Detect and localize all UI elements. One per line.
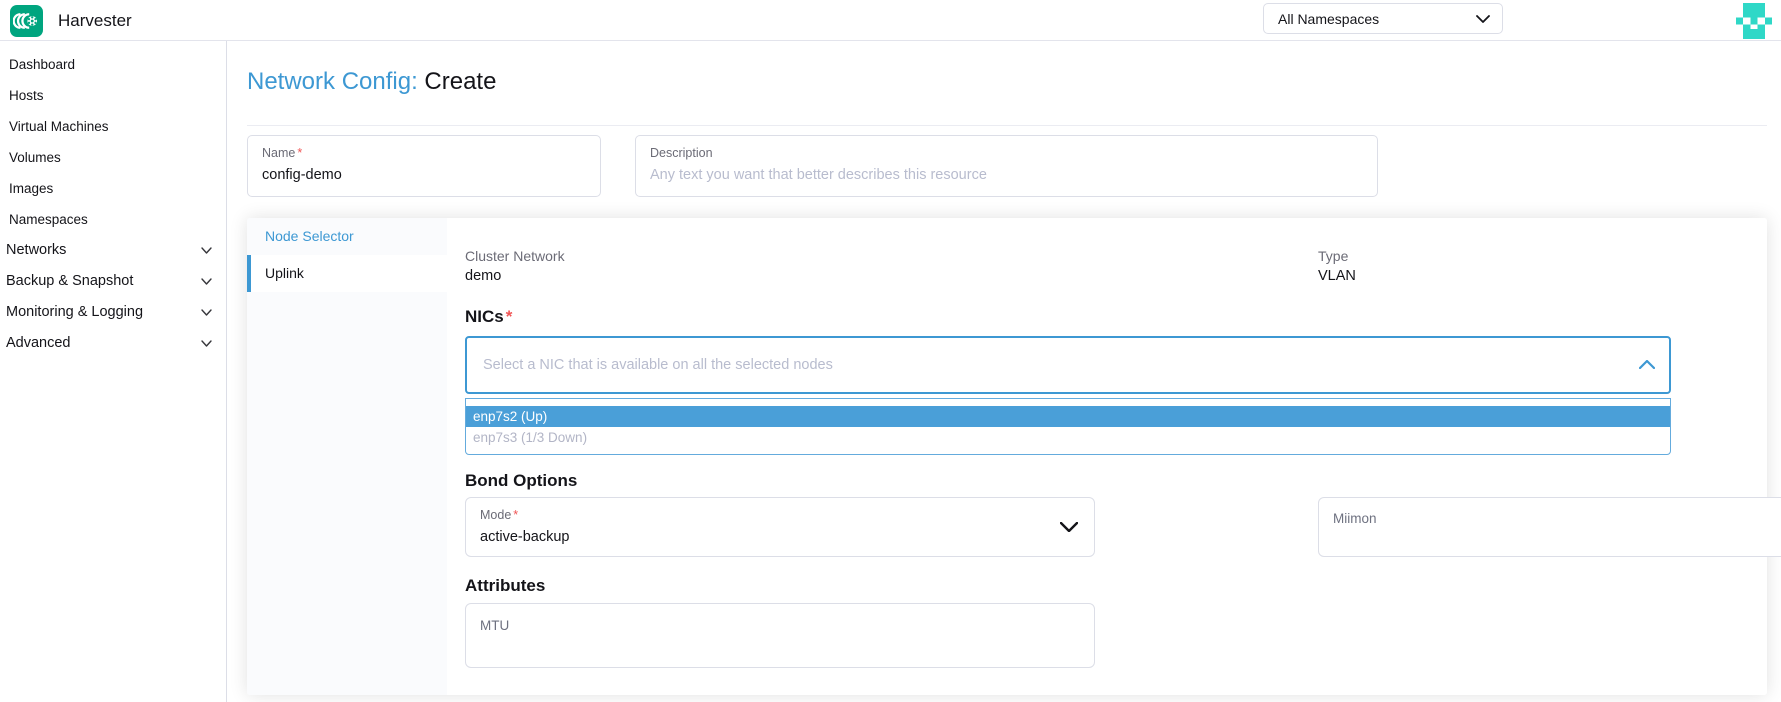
- bond-options-heading: Bond Options: [465, 471, 577, 491]
- sidebar-group-networks[interactable]: Networks: [0, 235, 226, 266]
- tab-node-selector[interactable]: Node Selector: [247, 218, 447, 255]
- required-asterisk: *: [506, 307, 513, 326]
- attributes-heading: Attributes: [465, 576, 545, 596]
- nic-option-enp7s3[interactable]: enp7s3 (1/3 Down): [466, 427, 1670, 448]
- nic-select-dropdown[interactable]: Select a NIC that is available on all th…: [465, 336, 1671, 394]
- type-value: VLAN: [1318, 268, 1356, 284]
- bond-mode-value: active-backup: [480, 529, 569, 545]
- user-avatar-identicon[interactable]: [1736, 3, 1772, 39]
- miimon-label: Miimon: [1333, 511, 1377, 526]
- name-field-label: Name*: [262, 146, 302, 160]
- left-nav-sidebar: Dashboard Hosts Virtual Machines Volumes…: [0, 41, 227, 702]
- required-asterisk: *: [513, 508, 518, 522]
- sidebar-group-advanced[interactable]: Advanced: [0, 328, 226, 359]
- nic-option-enp7s2[interactable]: enp7s2 (Up): [466, 406, 1670, 427]
- chevron-down-icon: [201, 278, 212, 285]
- description-field-label: Description: [650, 146, 713, 160]
- namespace-filter-dropdown[interactable]: All Namespaces: [1263, 3, 1503, 34]
- harvester-wheat-icon: [13, 10, 40, 32]
- title-divider: [247, 125, 1767, 126]
- cluster-network-value: demo: [465, 268, 501, 284]
- miimon-input[interactable]: Miimon: [1318, 497, 1781, 557]
- chevron-down-icon: [1060, 522, 1078, 532]
- top-header-bar: Harvester All Namespaces: [0, 0, 1781, 41]
- config-tab-panel: Node Selector Uplink Cluster Network dem…: [247, 218, 1767, 695]
- bond-mode-select[interactable]: Mode* active-backup: [465, 497, 1095, 557]
- nic-select-placeholder: Select a NIC that is available on all th…: [483, 357, 833, 373]
- description-field-placeholder: Any text you want that better describes …: [650, 167, 987, 183]
- tab-uplink[interactable]: Uplink: [247, 255, 447, 292]
- chevron-down-icon: [201, 309, 212, 316]
- harvester-logo-icon[interactable]: [10, 5, 43, 37]
- app-title: Harvester: [58, 11, 132, 31]
- harvester-app: Harvester All Namespaces Dashboard Hosts…: [0, 0, 1781, 702]
- page-title-resource: Network Config:: [247, 68, 418, 95]
- mtu-label: MTU: [480, 618, 509, 633]
- chevron-down-icon: [201, 247, 212, 254]
- sidebar-group-backup-snapshot[interactable]: Backup & Snapshot: [0, 266, 226, 297]
- sidebar-item-images[interactable]: Images: [0, 173, 226, 204]
- cluster-network-label: Cluster Network: [465, 248, 565, 264]
- description-field[interactable]: Description Any text you want that bette…: [635, 135, 1378, 197]
- page-title-action: Create: [424, 68, 496, 95]
- chevron-down-icon: [201, 340, 212, 347]
- type-label: Type: [1318, 248, 1348, 264]
- sidebar-item-volumes[interactable]: Volumes: [0, 142, 226, 173]
- required-asterisk: *: [297, 146, 302, 160]
- sidebar-item-virtual-machines[interactable]: Virtual Machines: [0, 111, 226, 142]
- sidebar-item-hosts[interactable]: Hosts: [0, 80, 226, 111]
- nics-section-heading: NICs*: [465, 307, 512, 327]
- chevron-up-icon: [1639, 360, 1655, 369]
- sidebar-item-namespaces[interactable]: Namespaces: [0, 204, 226, 235]
- bond-mode-label: Mode*: [480, 508, 518, 522]
- namespace-filter-value: All Namespaces: [1278, 11, 1476, 27]
- chevron-down-icon: [1476, 15, 1490, 23]
- nic-options-menu: enp7s2 (Up) enp7s3 (1/3 Down): [465, 398, 1671, 455]
- mtu-input[interactable]: MTU: [465, 603, 1095, 668]
- name-field[interactable]: Name* config-demo: [247, 135, 601, 197]
- sidebar-item-dashboard[interactable]: Dashboard: [0, 49, 226, 80]
- sidebar-group-monitoring-logging[interactable]: Monitoring & Logging: [0, 297, 226, 328]
- main-content: Network Config: Create Name* config-demo…: [228, 41, 1781, 702]
- tab-column: Node Selector Uplink: [247, 218, 447, 695]
- page-title: Network Config: Create: [247, 68, 496, 96]
- name-field-value: config-demo: [262, 167, 342, 183]
- uplink-tab-content: Cluster Network demo Type VLAN NICs* Sel…: [447, 218, 1767, 695]
